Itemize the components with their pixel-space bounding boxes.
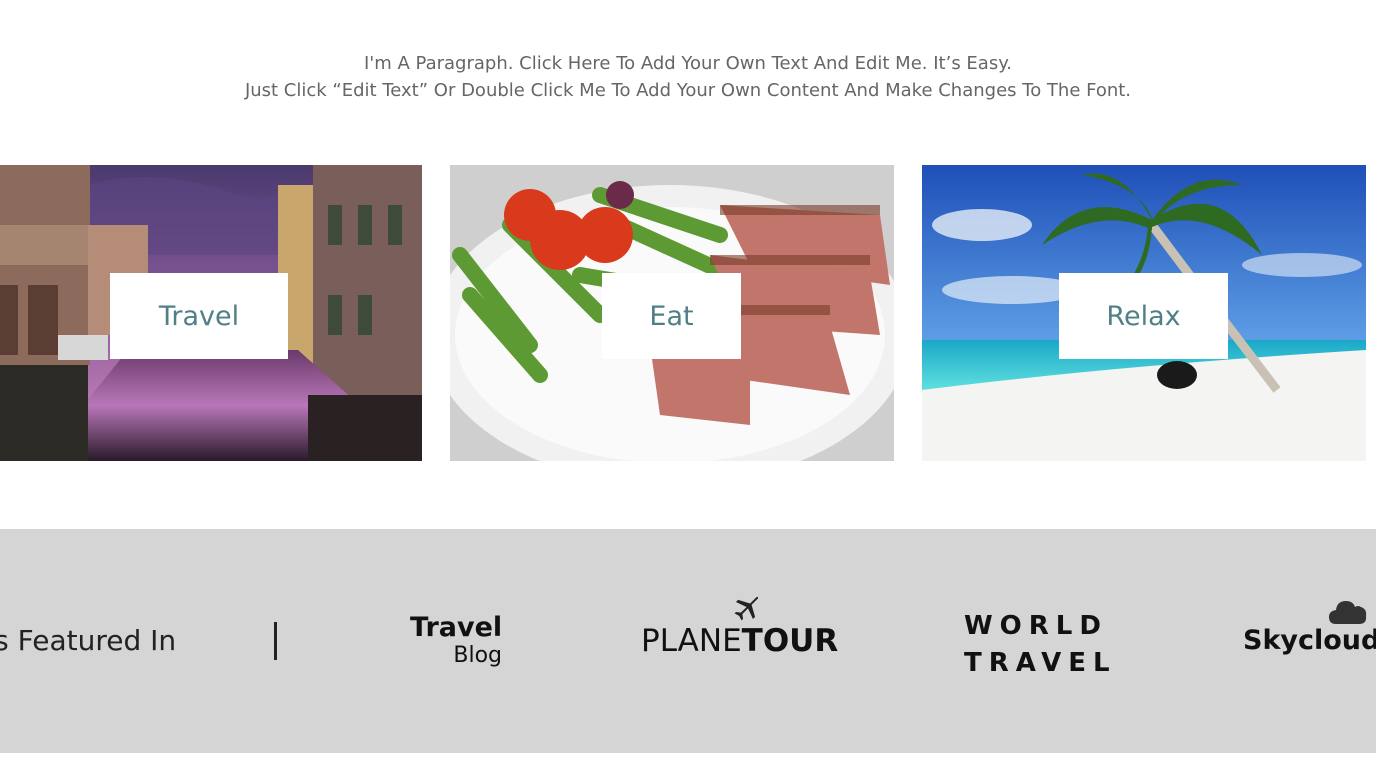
logo-skycloud[interactable]: Skycloud	[1243, 625, 1376, 656]
card-label-eat[interactable]: Eat	[602, 273, 741, 359]
planetour-bold: TOUR	[741, 623, 839, 659]
featured-divider	[274, 622, 277, 660]
world-travel-line1: WORLD	[964, 611, 1108, 641]
intro-line-2: Just Click “Edit Text” Or Double Click M…	[244, 80, 1132, 101]
featured-heading: As Featured In	[0, 624, 177, 657]
travel-blog-line1: Travel	[410, 612, 503, 643]
logo-travel-blog[interactable]: Travel Blog	[410, 613, 502, 669]
card-travel[interactable]: Travel	[0, 165, 422, 461]
card-label-travel[interactable]: Travel	[110, 273, 288, 359]
intro-line-1: I'm A Paragraph. Click Here To Add Your …	[363, 53, 1013, 74]
intro-paragraph: I'm A Paragraph. Click Here To Add Your …	[0, 50, 1376, 104]
featured-in-strip: As Featured In Travel Blog PLANETOUR WOR…	[0, 529, 1376, 753]
travel-blog-line2: Blog	[453, 643, 502, 668]
cloud-icon	[1329, 601, 1367, 624]
planetour-light: PLANE	[641, 623, 742, 659]
airplane-icon	[734, 596, 759, 621]
logo-world-travel[interactable]: WORLD TRAVEL	[964, 608, 1117, 682]
card-eat[interactable]: Eat	[450, 165, 894, 461]
world-travel-line2: TRAVEL	[964, 648, 1117, 678]
logo-planetour[interactable]: PLANETOUR	[641, 623, 838, 659]
card-relax[interactable]: Relax	[922, 165, 1366, 461]
card-label-relax[interactable]: Relax	[1059, 273, 1228, 359]
skycloud-text: Skycloud	[1243, 625, 1376, 656]
